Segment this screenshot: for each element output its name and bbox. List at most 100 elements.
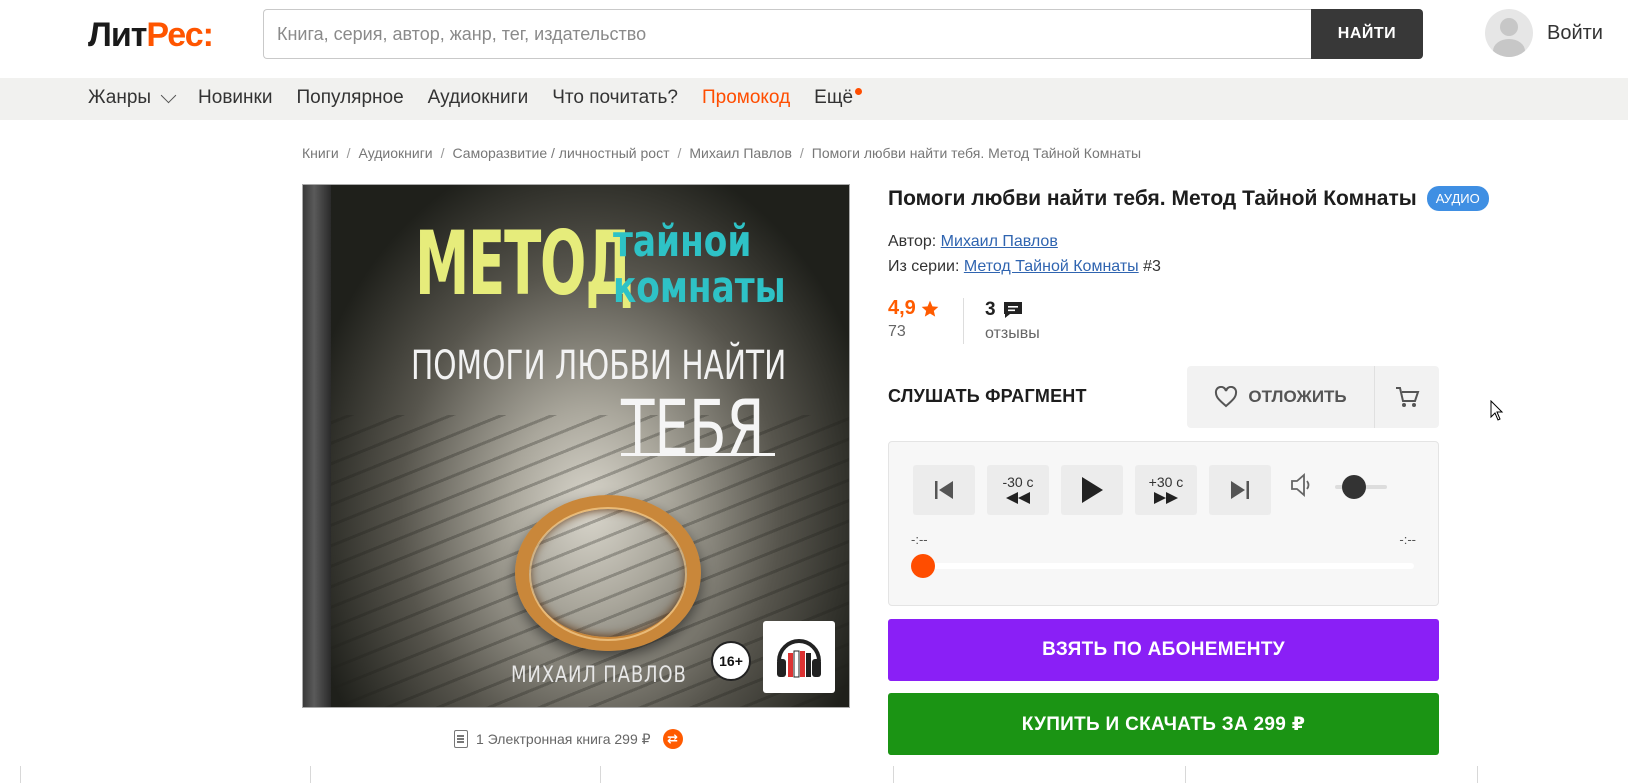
chevron-down-icon: [160, 87, 177, 104]
rewind-30-label: -30 с: [1002, 474, 1034, 490]
play-icon: [1082, 477, 1103, 503]
footer-dividers: [0, 766, 1628, 783]
defer-button[interactable]: ОТЛОЖИТЬ: [1187, 366, 1375, 428]
breadcrumb-current: Помоги любви найти тебя. Метод Тайной Ко…: [811, 145, 1142, 161]
series-row: Из серии: Метод Тайной Комнаты #3: [888, 254, 1161, 279]
breadcrumb-audiobooks[interactable]: Аудиокниги: [359, 145, 433, 161]
progress-handle[interactable]: [911, 554, 935, 578]
subscribe-button[interactable]: ВЗЯТЬ ПО АБОНЕМЕНТУ: [888, 619, 1439, 681]
breadcrumb-books[interactable]: Книги: [302, 145, 339, 161]
login-link[interactable]: Войти: [1547, 22, 1603, 45]
forward-30-button[interactable]: +30 с: [1135, 465, 1197, 515]
listen-fragment-link[interactable]: СЛУШАТЬ ФРАГМЕНТ: [888, 386, 1087, 407]
cover-author: МИХАИЛ ПАВЛОВ: [511, 663, 687, 688]
audio-player: -30 с +30 с -:-- -:--: [888, 441, 1439, 606]
forward-30-label: +30 с: [1148, 474, 1184, 490]
nav-popular[interactable]: Популярное: [296, 87, 403, 109]
breadcrumb-separator: /: [677, 145, 682, 161]
breadcrumb-separator: /: [346, 145, 351, 161]
audio-badge: АУДИО: [1426, 186, 1489, 211]
rating-block[interactable]: 4,9 73: [888, 297, 940, 341]
notification-dot-icon: [855, 88, 863, 95]
book-cover[interactable]: МЕТОД тайной комнаты ПОМОГИ ЛЮБВИ НАЙТИ …: [302, 184, 850, 708]
heart-icon: [1215, 386, 1238, 408]
volume-button[interactable]: [1289, 472, 1315, 503]
cart-button[interactable]: [1375, 366, 1439, 428]
book-meta: Автор: Михаил Павлов Из серии: Метод Тай…: [888, 229, 1161, 279]
time-current: -:--: [911, 532, 928, 547]
nav-promo[interactable]: Промокод: [702, 87, 790, 109]
search-input[interactable]: [263, 9, 1311, 59]
defer-label: ОТЛОЖИТЬ: [1248, 387, 1347, 406]
rating-value-row: 4,9: [888, 297, 940, 320]
nav-genres-label: Жанры: [88, 87, 152, 108]
star-icon: [921, 300, 939, 317]
swap-icon: ⇄: [662, 729, 683, 749]
volume-slider-handle[interactable]: [1342, 475, 1366, 499]
ring-highlight: [529, 507, 687, 641]
rating-value: 4,9: [888, 297, 916, 319]
login-area[interactable]: Войти: [1485, 9, 1603, 57]
cart-icon: [1396, 387, 1420, 407]
series-link[interactable]: Метод Тайной Комнаты: [964, 258, 1139, 275]
litres-logo[interactable]: ЛитРес:: [88, 16, 214, 55]
fast-forward-icon: [1154, 492, 1178, 504]
rewind-30-button[interactable]: -30 с: [987, 465, 1049, 515]
nav-more[interactable]: Ещё: [814, 87, 863, 109]
skip-next-icon: [1231, 481, 1249, 499]
prev-track-button[interactable]: [913, 465, 975, 515]
logo-text-part1: Лит: [88, 16, 147, 54]
author-link[interactable]: Михаил Павлов: [941, 233, 1058, 250]
series-label: Из серии:: [888, 258, 960, 275]
main-nav: Жанры Новинки Популярное Аудиокниги Что …: [0, 78, 1628, 120]
age-rating-badge: 16+: [711, 641, 751, 681]
reviews-count: 3: [985, 299, 996, 320]
rating-divider: [963, 298, 964, 344]
nav-more-label: Ещё: [814, 87, 854, 108]
reviews-value-row: 3: [985, 299, 1040, 321]
cover-title-teal: тайной комнаты: [613, 219, 786, 311]
author-label: Автор:: [888, 233, 937, 250]
cover-title-big: МЕТОД: [415, 212, 634, 315]
ebook-version-label: 1 Электронная книга 299 ₽: [476, 730, 651, 747]
series-number: #3: [1143, 258, 1161, 275]
book-title: Помоги любви найти тебя. Метод Тайной Ко…: [888, 186, 1417, 210]
document-icon: [454, 730, 468, 748]
breadcrumb-separator: /: [440, 145, 445, 161]
secondary-actions: ОТЛОЖИТЬ: [1187, 366, 1439, 428]
breadcrumb-separator: /: [799, 145, 804, 161]
progress-bar[interactable]: [913, 563, 1414, 569]
cover-underline: [621, 453, 775, 456]
header: ЛитРес: НАЙТИ Войти: [0, 0, 1628, 74]
book-title-row: Помоги любви найти тебя. Метод Тайной Ко…: [888, 186, 1489, 211]
ebook-version-link[interactable]: 1 Электронная книга 299 ₽ ⇄: [454, 729, 683, 749]
comment-icon: [1003, 302, 1022, 318]
avatar-icon[interactable]: [1485, 9, 1533, 57]
volume-icon: [1291, 473, 1310, 497]
nav-new[interactable]: Новинки: [198, 87, 272, 109]
logo-text-part2: Рес:: [146, 16, 214, 54]
breadcrumb-author[interactable]: Михаил Павлов: [689, 145, 792, 161]
breadcrumb-self-development[interactable]: Саморазвитие / личностный рост: [453, 145, 670, 161]
nav-audiobooks[interactable]: Аудиокниги: [428, 87, 529, 109]
next-track-button[interactable]: [1209, 465, 1271, 515]
cover-spine: [303, 185, 331, 707]
rating-count: 73: [888, 323, 906, 340]
buy-download-button[interactable]: КУПИТЬ И СКАЧАТЬ ЗА 299 ₽: [888, 693, 1439, 755]
reviews-block[interactable]: 3 отзывы: [985, 299, 1040, 343]
search-button[interactable]: НАЙТИ: [1311, 9, 1423, 59]
cover-subtitle-big: ТЕБЯ: [621, 383, 765, 472]
search-bar: НАЙТИ: [263, 9, 1423, 59]
mouse-cursor-icon: [1490, 399, 1504, 427]
breadcrumb: Книги / Аудиокниги / Саморазвитие / личн…: [302, 145, 1141, 161]
cover-title-teal-line2: комнаты: [613, 262, 786, 313]
nav-what-to-read[interactable]: Что почитать?: [552, 87, 678, 109]
reviews-label: отзывы: [985, 325, 1040, 342]
nav-genres[interactable]: Жанры: [88, 87, 177, 109]
time-total: -:--: [1399, 532, 1416, 547]
cover-title-teal-line1: тайной: [613, 216, 752, 267]
skip-previous-icon: [935, 481, 953, 499]
headphones-icon: [763, 621, 835, 693]
play-button[interactable]: [1061, 465, 1123, 515]
rewind-icon: [1006, 492, 1030, 504]
